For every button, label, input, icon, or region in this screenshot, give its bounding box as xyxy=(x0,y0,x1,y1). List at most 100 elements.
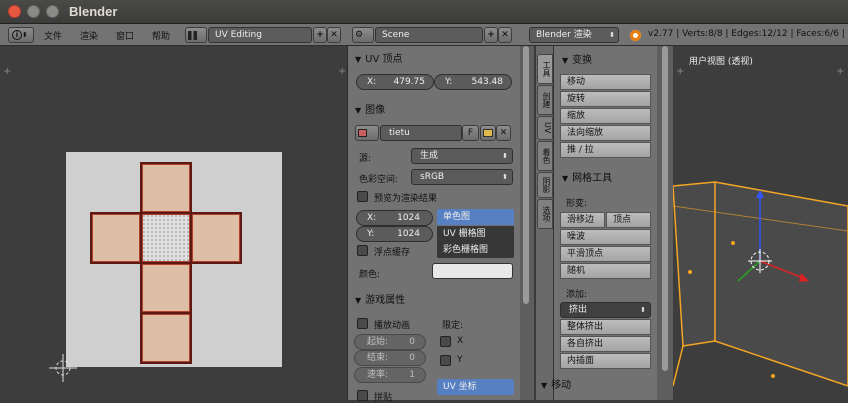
start-value: 0 xyxy=(409,337,415,347)
updown-icon: ⬍ xyxy=(22,31,28,39)
uv-vertex-y-field[interactable]: Y: 543.48 xyxy=(434,74,512,90)
collapse-triangle-icon: ▼ xyxy=(355,55,362,64)
panel-uv-vertex-header[interactable]: ▼ UV 顶点 xyxy=(355,50,403,65)
open-image-button[interactable] xyxy=(480,125,496,141)
randomize-button[interactable]: 随机 xyxy=(560,263,651,279)
float-buffer-checkbox[interactable] xyxy=(357,245,368,256)
rotate-button[interactable]: 旋转 xyxy=(560,91,651,107)
uv-face-right[interactable] xyxy=(190,212,242,264)
tab-tools[interactable]: 工具 xyxy=(537,54,553,84)
minimize-window-button[interactable] xyxy=(27,5,40,18)
extrude-menu[interactable]: 挤出 ⬍ xyxy=(560,302,651,318)
panel-mesh-tools-header[interactable]: ▼ 网格工具 xyxy=(562,169,612,184)
fake-user-label: F xyxy=(467,128,474,138)
animated-label: 播放动画 xyxy=(374,321,411,331)
tab-create[interactable]: 创建 xyxy=(537,85,553,115)
image-type-option-blank[interactable]: 单色图 xyxy=(437,209,514,225)
push-pull-button[interactable]: 推 / 拉 xyxy=(560,142,651,158)
add-label: 添加: xyxy=(566,290,588,300)
scene-menu[interactable]: ⚙ xyxy=(352,27,374,43)
uv-face-top[interactable] xyxy=(140,162,192,214)
image-name-field[interactable]: tietu xyxy=(380,125,462,141)
menu-file[interactable]: 文件 xyxy=(44,29,62,42)
slide-vertex-button[interactable]: 顶点 xyxy=(606,212,651,228)
menu-render[interactable]: 渲染 xyxy=(80,29,98,42)
uv-vertex-x-field[interactable]: X: 479.75 xyxy=(356,74,434,90)
shrink-fatten-button[interactable]: 法向缩放 xyxy=(560,125,651,141)
maximize-window-button[interactable] xyxy=(46,5,59,18)
expand-properties-icon[interactable]: + xyxy=(338,66,346,77)
end-field[interactable]: 结束: 0 xyxy=(354,350,426,366)
tab-options[interactable]: 选项 xyxy=(537,199,553,229)
mesh-cube-drawing[interactable] xyxy=(673,46,848,400)
toolshelf-scrollbar[interactable] xyxy=(662,46,668,371)
x-label: X: xyxy=(367,77,377,87)
color-swatch[interactable] xyxy=(432,263,513,279)
plus-icon: + xyxy=(316,30,324,40)
scale-button[interactable]: 缩放 xyxy=(560,108,651,124)
tab-shading[interactable]: 着色 xyxy=(537,141,553,171)
start-field[interactable]: 起始: 0 xyxy=(354,334,426,350)
3d-viewport[interactable]: 用户视图 (透视) + + xyxy=(673,46,848,400)
add-layout-button[interactable]: + xyxy=(313,27,327,43)
speed-field[interactable]: 速率: 1 xyxy=(354,367,426,383)
delete-layout-button[interactable]: ✕ xyxy=(327,27,341,43)
plus-icon: + xyxy=(487,30,495,40)
clamp-label: 限定: xyxy=(442,321,464,331)
extrude-region-button[interactable]: 整体挤出 xyxy=(560,319,651,335)
image-type-option-uv-grid[interactable]: UV 栅格图 xyxy=(437,226,514,242)
panel-image-header[interactable]: ▼ 图像 xyxy=(355,101,385,116)
extrude-individual-button[interactable]: 各自挤出 xyxy=(560,336,651,352)
inset-faces-button[interactable]: 内插面 xyxy=(560,353,651,369)
colorspace-select[interactable]: sRGB ⬍ xyxy=(411,169,513,185)
menu-help[interactable]: 帮助 xyxy=(152,29,170,42)
editor-type-button[interactable]: i ⬍ xyxy=(8,27,34,43)
slide-edge-button[interactable]: 滑移边 xyxy=(560,212,605,228)
panel-move-header[interactable]: ▼ 移动 xyxy=(541,376,571,391)
tiles-checkbox[interactable] xyxy=(357,390,368,401)
screen-layout-menu[interactable] xyxy=(185,27,207,43)
render-engine-name: Blender 渲染 xyxy=(536,30,592,40)
image-type-option-color-grid[interactable]: 彩色栅格图 xyxy=(437,242,514,258)
2d-cursor-icon[interactable] xyxy=(48,353,78,383)
clamp-y-checkbox[interactable] xyxy=(440,355,451,366)
option-label: UV 坐标 xyxy=(443,382,477,392)
float-buffer-label: 浮点缓存 xyxy=(374,248,411,258)
end-value: 0 xyxy=(409,353,415,363)
delete-scene-button[interactable]: ✕ xyxy=(498,27,512,43)
y-label: Y: xyxy=(445,77,453,87)
updown-icon: ⬍ xyxy=(640,306,646,314)
properties-scrollbar-track xyxy=(520,46,534,400)
scene-field[interactable]: Scene xyxy=(375,27,483,43)
noise-button[interactable]: 噪波 xyxy=(560,229,651,245)
screen-layout-field[interactable]: UV Editing xyxy=(208,27,312,43)
uv-face-left[interactable] xyxy=(90,212,142,264)
smooth-vertex-button[interactable]: 平滑顶点 xyxy=(560,246,651,262)
close-window-button[interactable] xyxy=(8,5,21,18)
clamp-x-checkbox[interactable] xyxy=(440,336,451,347)
uv-face-bottom1[interactable] xyxy=(140,262,192,314)
collapse-triangle-icon: ▼ xyxy=(355,296,362,305)
panel-game-header[interactable]: ▼ 游戏属性 xyxy=(355,291,405,306)
preview-render-checkbox[interactable] xyxy=(357,191,368,202)
properties-scrollbar[interactable] xyxy=(523,46,529,304)
window-titlebar: Blender xyxy=(0,0,848,24)
uv-face-center[interactable] xyxy=(140,212,192,264)
image-width-field[interactable]: X: 1024 xyxy=(356,210,433,226)
unlink-image-button[interactable]: ✕ xyxy=(496,125,511,141)
fake-user-button[interactable]: F xyxy=(462,125,479,141)
render-engine-select[interactable]: Blender 渲染 ⬍ xyxy=(529,27,619,43)
uv-face-bottom2[interactable] xyxy=(140,312,192,364)
move-button[interactable]: 移动 xyxy=(560,74,651,90)
tab-shadow[interactable]: 阴影 xyxy=(537,172,553,198)
animated-checkbox[interactable] xyxy=(357,318,368,329)
mapping-uv-coordinates[interactable]: UV 坐标 xyxy=(437,379,514,395)
image-browse-button[interactable] xyxy=(355,125,379,141)
source-select[interactable]: 生成 ⬍ xyxy=(411,148,513,164)
expand-toolshelf-icon[interactable]: + xyxy=(3,66,11,77)
tab-uv[interactable]: UV xyxy=(537,116,553,140)
add-scene-button[interactable]: + xyxy=(484,27,498,43)
image-height-field[interactable]: Y: 1024 xyxy=(356,226,433,242)
menu-window[interactable]: 窗口 xyxy=(116,29,134,42)
panel-transform-header[interactable]: ▼ 变换 xyxy=(562,51,592,66)
